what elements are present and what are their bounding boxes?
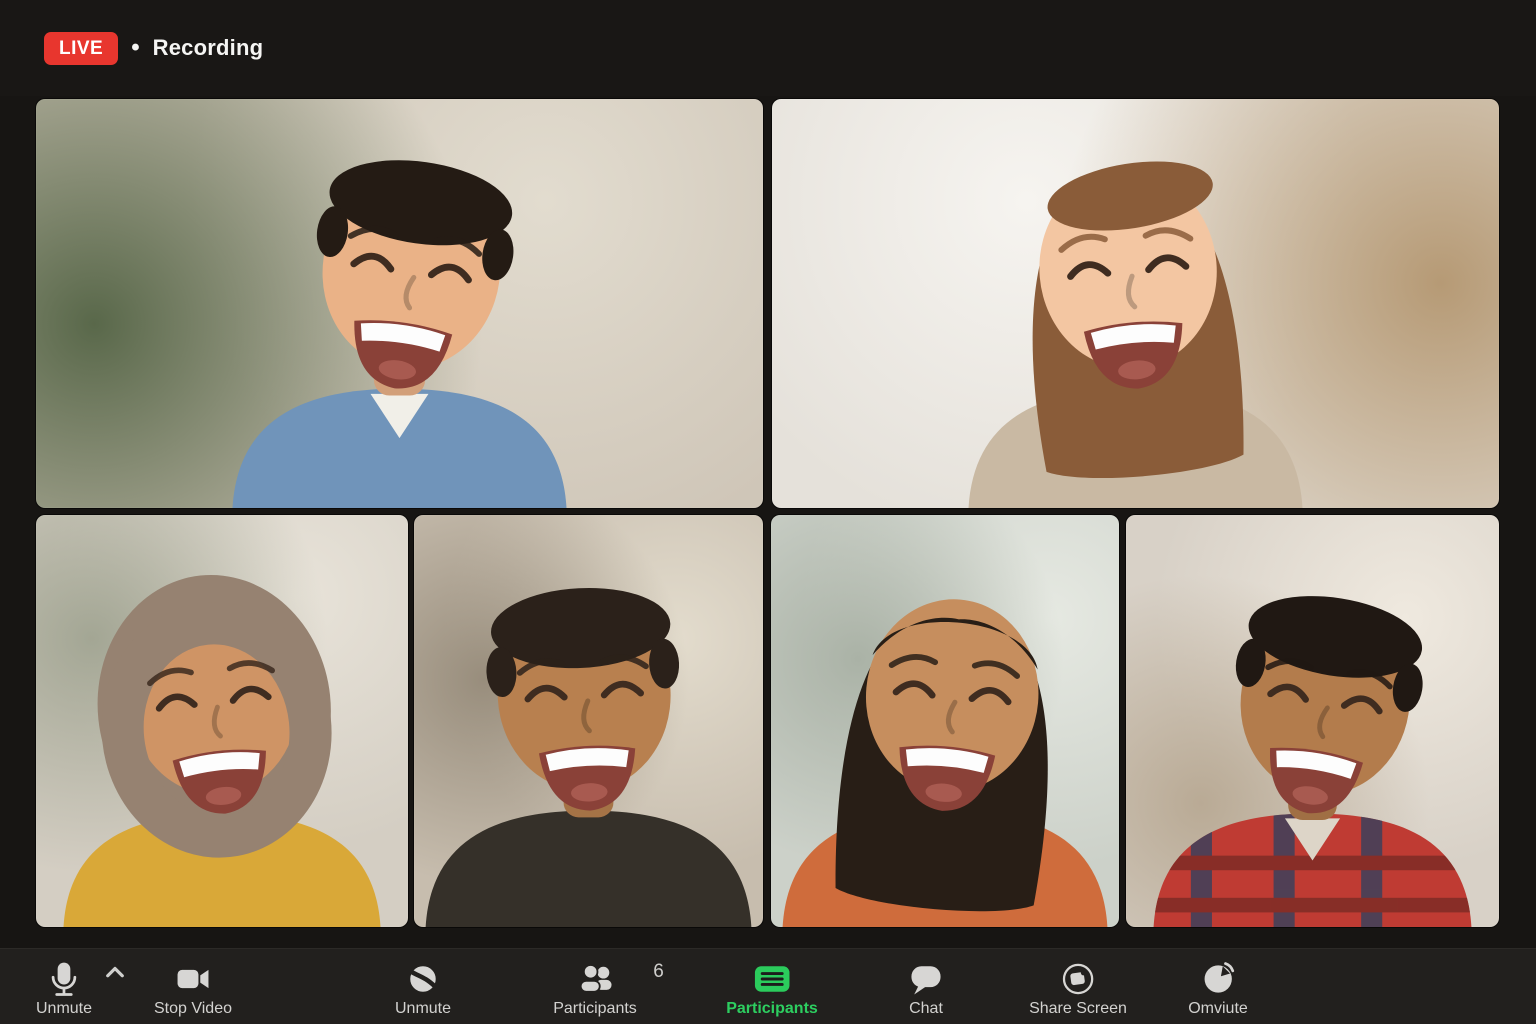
toolbar-item-audio[interactable]: Unmute: [395, 959, 451, 1018]
toolbar-item-label: Stop Video: [154, 1000, 232, 1018]
toolbar-item-label: Participants: [726, 1000, 818, 1018]
share-screen-icon: [1058, 959, 1098, 999]
video-tile-5: [771, 515, 1119, 927]
participant-avatar: [414, 515, 763, 927]
participant-avatar: [772, 99, 1499, 508]
audio-circle-icon: [403, 959, 443, 999]
mic-options-chevron[interactable]: [100, 960, 130, 990]
video-tile-6: [1126, 515, 1499, 927]
participant-avatar: [1126, 515, 1499, 927]
toolbar-item-label: Participants: [553, 1000, 637, 1018]
participant-count-badge: 6: [653, 961, 664, 983]
microphone-icon: [44, 959, 84, 999]
toolbar-item-share[interactable]: Share Screen: [1029, 959, 1127, 1018]
toolbar-item-label: Unmute: [36, 1000, 92, 1018]
toolbar-item-chat[interactable]: Chat: [906, 959, 946, 1018]
toolbar-item-omviute[interactable]: Omviute: [1188, 959, 1248, 1018]
toolbar-item-label: Chat: [909, 1000, 943, 1018]
participant-avatar: [36, 515, 408, 927]
participant-avatar: [771, 515, 1119, 927]
toolbar-item-label: Share Screen: [1029, 1000, 1127, 1018]
video-tile-3: [36, 515, 408, 927]
toolbar: Leave Unmute Stop Video Unmute Participa…: [0, 948, 1536, 1024]
participants-icon: [575, 959, 615, 999]
toolbar-item-label: Omviute: [1188, 1000, 1248, 1018]
chevron-up-icon: [95, 953, 135, 998]
video-tile-4: [414, 515, 763, 927]
video-grid: [0, 0, 1536, 1024]
toolbar-item-label: Unmute: [395, 1000, 451, 1018]
video-tile-2: [772, 99, 1499, 508]
meeting-window: LIVE • Recording: [0, 0, 1536, 1024]
participant-avatar: [36, 99, 763, 508]
toolbar-item-video[interactable]: Stop Video: [154, 959, 232, 1018]
list-icon: [752, 959, 792, 999]
toolbar-item-mic[interactable]: Unmute: [36, 959, 92, 1018]
chat-bubble-icon: [906, 959, 946, 999]
video-camera-icon: [173, 959, 213, 999]
video-tile-1: [36, 99, 763, 508]
toolbar-item-participants[interactable]: Participants6: [553, 959, 637, 1018]
toolbar-item-participants-panel[interactable]: Participants: [726, 959, 818, 1018]
circle-notch-icon: [1198, 959, 1238, 999]
